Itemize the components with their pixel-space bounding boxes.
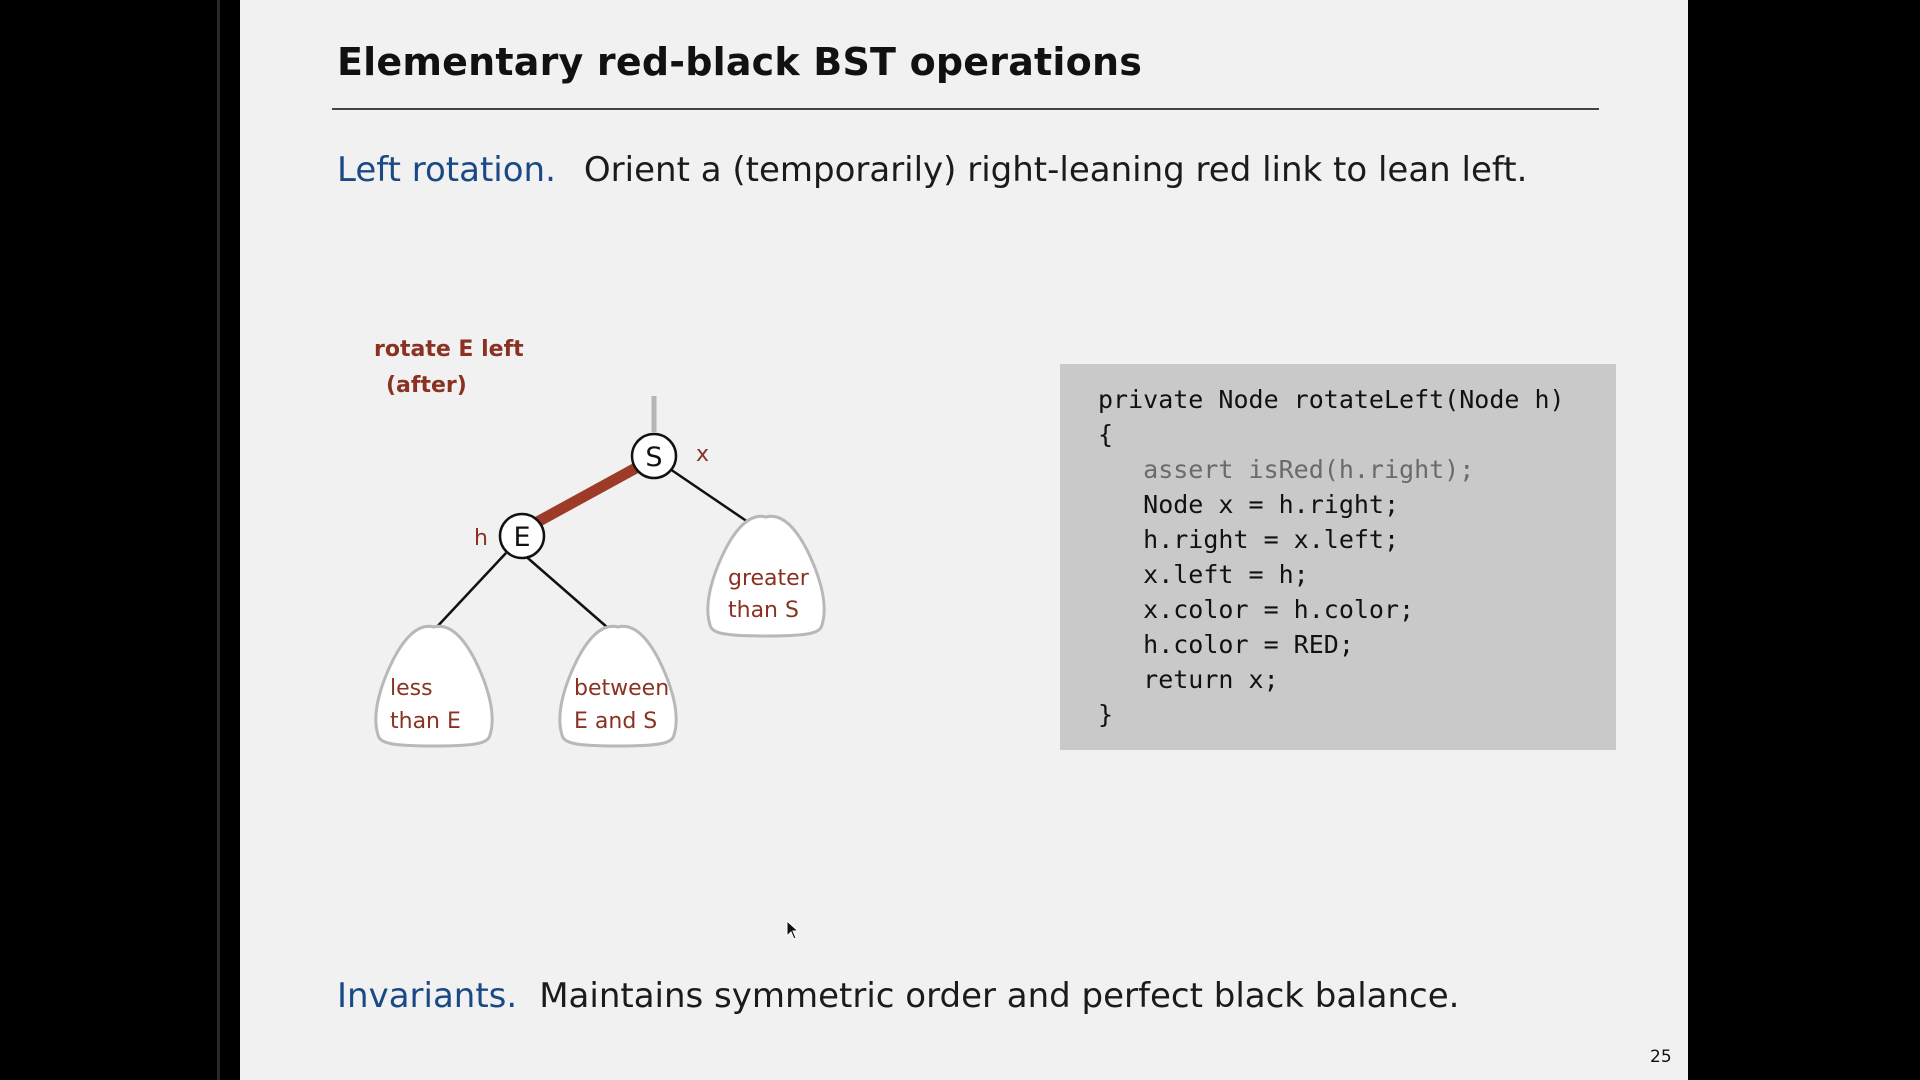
node-e-label: E [513, 522, 530, 553]
pointer-label-h: h [474, 526, 488, 551]
code-line: { [1098, 420, 1114, 449]
subtree-less-than-e-line-1: less [390, 676, 433, 701]
subtree-less-than-e-line-2: than E [390, 709, 461, 734]
code-line: private Node rotateLeft(Node h) [1098, 385, 1565, 414]
code-line: Node x = h.right; [1098, 490, 1400, 519]
code-line: h.color = RED; [1098, 630, 1354, 659]
slide-left-edge [217, 0, 220, 1080]
link-s-to-greater [669, 467, 749, 524]
code-line: assert isRed(h.right); [1098, 455, 1475, 484]
code-listing: private Node rotateLeft(Node h) { assert … [1098, 382, 1565, 732]
code-block: private Node rotateLeft(Node h) { assert … [1060, 364, 1616, 750]
subtree-between-line-2: E and S [574, 709, 657, 734]
bullet-text: Maintains symmetric order and perfect bl… [539, 976, 1460, 1016]
code-line: x.left = h; [1098, 560, 1309, 589]
video-frame: Elementary red-black BST operations Left… [0, 0, 1920, 1080]
page-number: 25 [1650, 1047, 1672, 1067]
bullet-invariants: Invariants. Maintains symmetric order and… [337, 976, 1459, 1016]
subtree-between-line-1: between [574, 676, 669, 701]
subtree-greater-than-s-line-1: greater [728, 566, 810, 591]
code-line: h.right = x.left; [1098, 525, 1400, 554]
link-e-to-between [521, 552, 609, 629]
slide: Elementary red-black BST operations Left… [240, 0, 1688, 1080]
node-s-label: S [645, 442, 662, 473]
subtree-greater-than-s-line-2: than S [728, 598, 799, 623]
link-e-to-less [433, 552, 507, 631]
mouse-cursor-icon [786, 920, 800, 940]
code-line: return x; [1098, 665, 1279, 694]
code-line: } [1098, 700, 1114, 729]
bullet-lead: Invariants. [337, 976, 518, 1016]
code-line: x.color = h.color; [1098, 595, 1415, 624]
pointer-label-x: x [696, 442, 709, 467]
red-link [527, 463, 639, 531]
